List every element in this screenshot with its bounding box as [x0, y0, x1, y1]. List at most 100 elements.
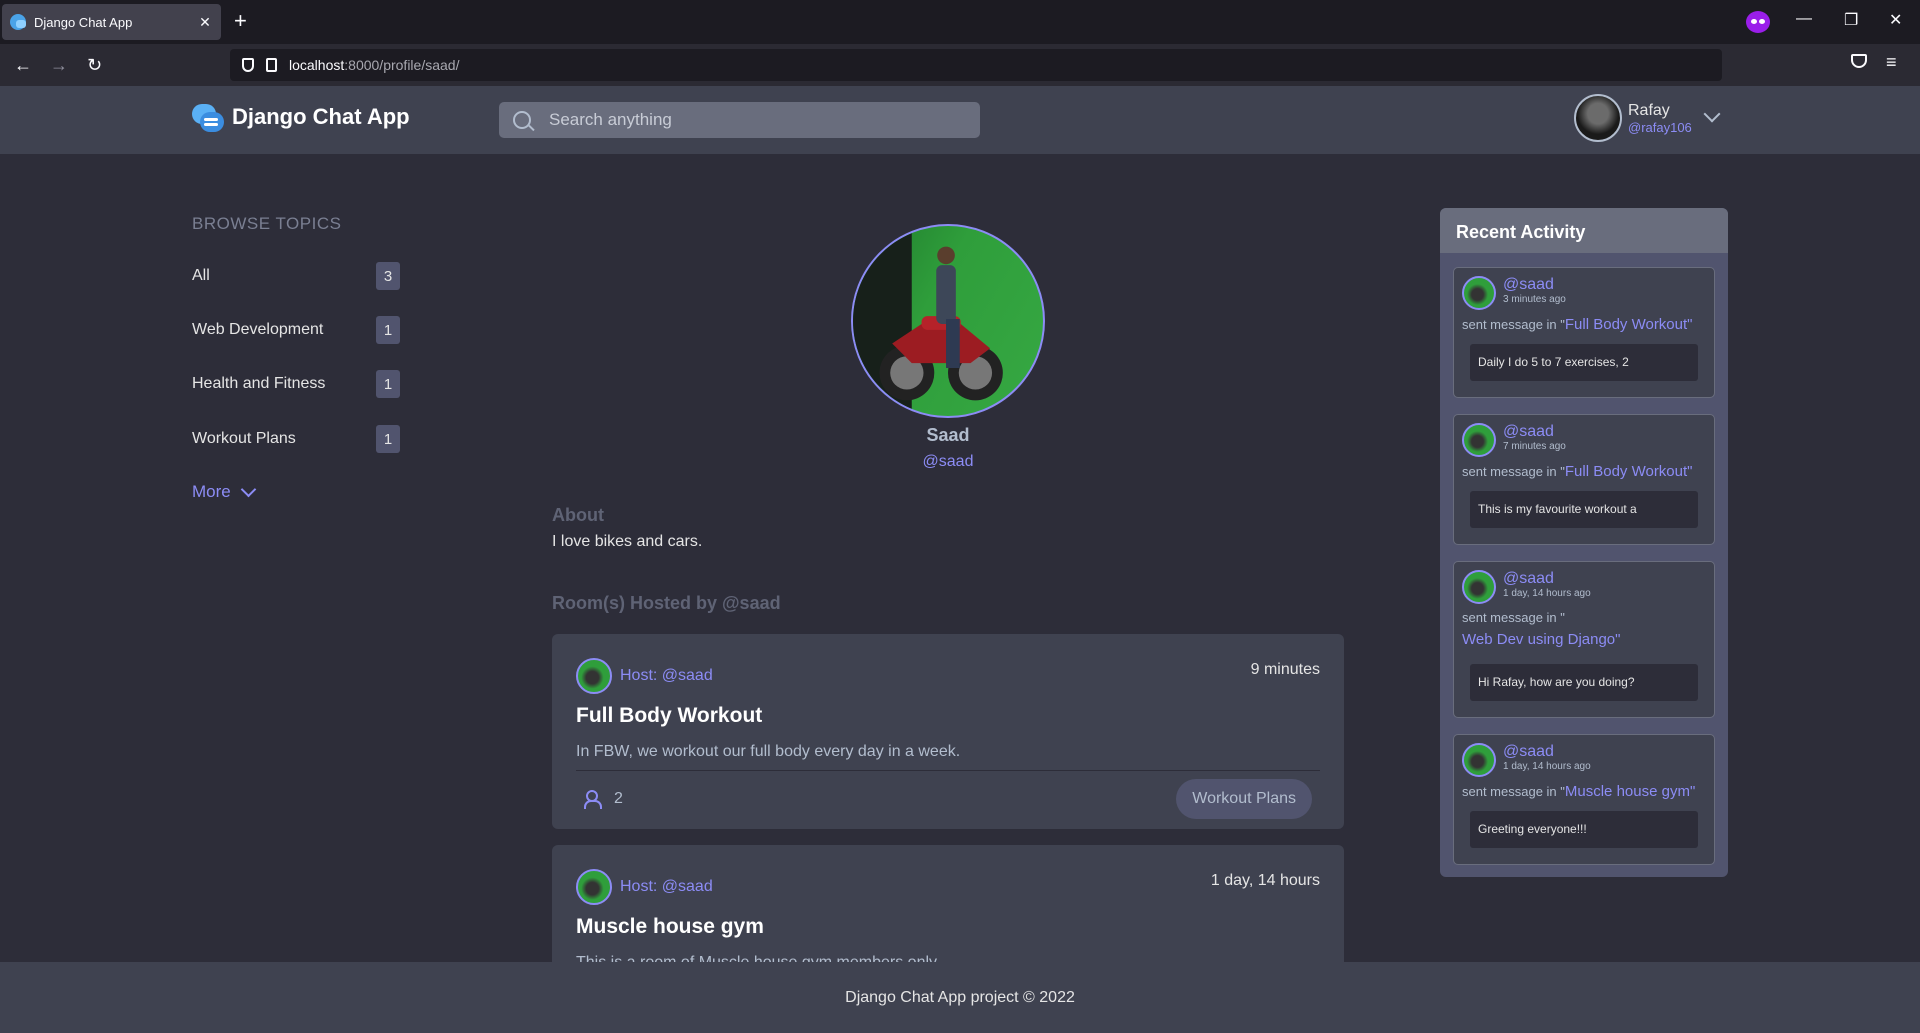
tab-title: Django Chat App: [34, 14, 133, 30]
activity-sent-line: sent message in "Full Body Workout": [1462, 463, 1693, 480]
new-tab-button[interactable]: +: [234, 10, 247, 32]
topic-count: 3: [376, 262, 400, 290]
host-avatar: [576, 658, 612, 694]
room-topic-tag[interactable]: Workout Plans: [1176, 779, 1312, 819]
activity-time: 7 minutes ago: [1503, 441, 1566, 452]
minimize-button[interactable]: —: [1796, 10, 1812, 28]
activity-item[interactable]: @saad 1 day, 14 hours ago sent message i…: [1453, 734, 1715, 865]
topic-name: Health and Fitness: [192, 375, 326, 392]
activity-message: Hi Rafay, how are you doing?: [1470, 664, 1698, 701]
activity-sent-line: sent message in "Muscle house gym": [1462, 783, 1695, 800]
browse-topics-title: BROWSE TOPICS: [192, 214, 342, 233]
profile-name: Saad: [926, 425, 970, 445]
activity-avatar: [1462, 276, 1496, 310]
activity-room-link[interactable]: Muscle house gym": [1565, 783, 1695, 800]
restore-button[interactable]: ❐: [1844, 10, 1858, 30]
footer-text: Django Chat App project © 2022: [845, 988, 1075, 1006]
activity-sent-line: sent message in " Web Dev using Django": [1462, 610, 1702, 655]
activity-message: Daily I do 5 to 7 exercises, 2: [1470, 344, 1698, 381]
browser-nav-bar: ← → ↻ localhost :8000/profile/saad/ ☆ ≡: [0, 44, 1920, 86]
activity-room-link[interactable]: Full Body Workout": [1565, 463, 1693, 480]
activity-user[interactable]: @saad 3 minutes ago: [1462, 276, 1566, 310]
room-time: 1 day, 14 hours: [1210, 872, 1320, 889]
url-bar[interactable]: localhost :8000/profile/saad/ ☆: [230, 49, 1722, 81]
user-name: Rafay: [1628, 101, 1670, 119]
footer: Django Chat App project © 2022: [0, 962, 1920, 1033]
profile-avatar: [851, 224, 1045, 418]
activity-time: 3 minutes ago: [1503, 294, 1566, 305]
activity-item[interactable]: @saad 3 minutes ago sent message in "Ful…: [1453, 267, 1715, 398]
browser-tab-bar: Django Chat App ✕ + — ❐ ✕: [0, 0, 1920, 44]
topic-name: All: [192, 267, 210, 284]
more-label: More: [192, 482, 231, 501]
room-card[interactable]: Host: @saad 1 day, 14 hours Muscle house…: [552, 845, 1344, 962]
room-card[interactable]: Host: @saad 9 minutes Full Body Workout …: [552, 634, 1344, 829]
app-name: Django Chat App: [232, 104, 410, 129]
room-time: 9 minutes: [1250, 661, 1320, 678]
host-label: Host: @saad: [620, 667, 713, 684]
close-window-button[interactable]: ✕: [1889, 10, 1902, 30]
search-icon: [513, 111, 531, 129]
room-members: 2: [584, 790, 623, 809]
topic-name: Workout Plans: [192, 430, 296, 447]
activity-handle: @saad: [1503, 276, 1554, 293]
activity-time: 1 day, 14 hours ago: [1503, 588, 1591, 599]
topic-item-web-development[interactable]: Web Development 1: [192, 316, 400, 344]
topic-item-health-and-fitness[interactable]: Health and Fitness 1: [192, 370, 400, 398]
activity-sent-line: sent message in "Full Body Workout": [1462, 316, 1693, 333]
back-button[interactable]: ←: [14, 53, 32, 77]
activity-item[interactable]: @saad 7 minutes ago sent message in "Ful…: [1453, 414, 1715, 545]
room-host[interactable]: Host: @saad: [576, 658, 713, 694]
chat-bubbles-icon: [192, 102, 224, 132]
sent-label: sent message in ": [1462, 784, 1565, 799]
sent-label: sent message in ": [1462, 464, 1565, 479]
activity-user[interactable]: @saad 7 minutes ago: [1462, 423, 1566, 457]
host-avatar: [576, 869, 612, 905]
room-host[interactable]: Host: @saad: [576, 869, 713, 905]
browser-tab[interactable]: Django Chat App ✕: [2, 4, 221, 40]
chevron-down-icon[interactable]: [1703, 105, 1721, 123]
room-title[interactable]: Full Body Workout: [576, 704, 762, 728]
more-topics-link[interactable]: More: [192, 481, 257, 502]
member-count: 2: [614, 790, 623, 807]
activity-user[interactable]: @saad 1 day, 14 hours ago: [1462, 743, 1591, 777]
room-description: This is a room of Muscle house gym membe…: [576, 954, 940, 962]
topic-count: 1: [376, 370, 400, 398]
sent-label: sent message in ": [1462, 317, 1565, 332]
forward-button[interactable]: →: [50, 53, 68, 77]
tab-close-icon[interactable]: ✕: [197, 14, 213, 31]
profile-handle: @saad: [922, 453, 974, 470]
hamburger-menu-icon[interactable]: ≡: [1886, 52, 1897, 73]
activity-handle: @saad: [1503, 743, 1554, 760]
shield-icon[interactable]: [242, 58, 254, 72]
activity-room-link[interactable]: Web Dev using Django": [1462, 631, 1620, 648]
topic-item-all[interactable]: All 3: [192, 262, 400, 290]
activity-room-link[interactable]: Full Body Workout": [1565, 316, 1693, 333]
people-icon: [584, 790, 604, 809]
activity-message: Greeting everyone!!!: [1470, 811, 1698, 848]
topic-item-workout-plans[interactable]: Workout Plans 1: [192, 425, 400, 453]
app-logo[interactable]: Django Chat App: [192, 102, 410, 132]
search-bar[interactable]: [499, 102, 980, 138]
activity-avatar: [1462, 570, 1496, 604]
about-text: I love bikes and cars.: [552, 533, 703, 550]
recent-activity-panel: Recent Activity @saad 3 minutes ago sent…: [1440, 208, 1728, 877]
app-header: Django Chat App Rafay @rafay106: [0, 86, 1920, 154]
chevron-down-icon: [240, 481, 257, 497]
activity-avatar: [1462, 743, 1496, 777]
pocket-icon[interactable]: [1851, 54, 1867, 68]
activity-user[interactable]: @saad 1 day, 14 hours ago: [1462, 570, 1591, 604]
topic-count: 1: [376, 425, 400, 453]
url-path: :8000/profile/saad/: [344, 57, 460, 73]
page-info-icon[interactable]: [266, 58, 277, 72]
reload-button[interactable]: ↻: [87, 53, 102, 77]
activity-avatar: [1462, 423, 1496, 457]
recent-activity-title: Recent Activity: [1440, 208, 1728, 253]
user-menu[interactable]: Rafay @rafay106: [1574, 94, 1721, 142]
sent-label: sent message in ": [1462, 610, 1565, 625]
host-label: Host: @saad: [620, 878, 713, 895]
user-avatar[interactable]: [1574, 94, 1622, 142]
room-title[interactable]: Muscle house gym: [576, 915, 764, 939]
search-input[interactable]: [549, 110, 949, 130]
activity-item[interactable]: @saad 1 day, 14 hours ago sent message i…: [1453, 561, 1715, 718]
